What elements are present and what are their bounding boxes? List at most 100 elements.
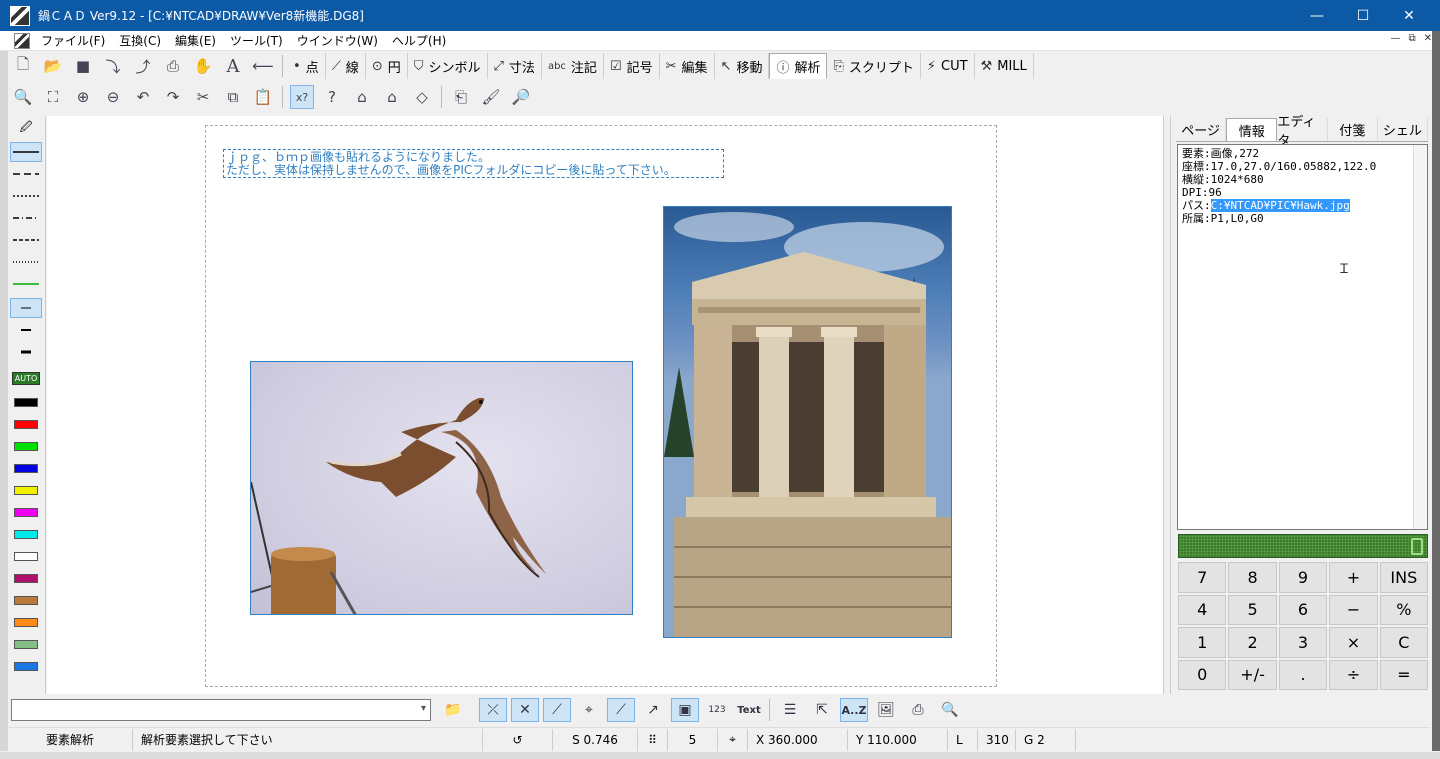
calculator-key[interactable]: 0 — [1178, 659, 1227, 690]
element-query-icon[interactable]: x? — [290, 85, 314, 109]
grid-icon[interactable]: ⠿ — [638, 728, 668, 751]
info-text-area[interactable]: 要素:画像,272 座標:17.0,27.0/160.05882,122.0 横… — [1177, 144, 1428, 530]
tab-mark[interactable]: ☑ 記号 — [604, 53, 660, 79]
color-swatch[interactable] — [10, 656, 42, 676]
cut-icon[interactable]: ✂ — [191, 85, 215, 109]
area-sum-icon[interactable]: ⌂ — [380, 85, 404, 109]
calculator-key[interactable]: C — [1379, 627, 1428, 658]
snap-line-icon[interactable]: ⟋ — [607, 698, 635, 722]
drawing-canvas[interactable]: ｊｐｇ、ｂｍｐ画像も貼れるようになりました。 ただし、実体は保持しませんので、画… — [47, 116, 1163, 694]
brush-icon[interactable]: 🖌 — [479, 85, 503, 109]
calculator-key[interactable]: 7 — [1178, 562, 1227, 593]
zoom-out-icon[interactable]: ⊖ — [101, 85, 125, 109]
snap-free-icon[interactable]: ↗ — [639, 698, 667, 722]
tab-dimension[interactable]: ⤢ 寸法 — [488, 53, 542, 79]
calculator-key[interactable]: − — [1329, 594, 1378, 625]
tab-line[interactable]: ⟋ 線 — [326, 53, 366, 79]
menu-compat[interactable]: 互換(C) — [112, 32, 168, 49]
menu-edit[interactable]: 編集(E) — [168, 32, 223, 49]
number-icon[interactable]: 123 — [703, 698, 731, 722]
search-icon[interactable]: 🔍 — [936, 698, 964, 722]
line-dash-dot[interactable] — [10, 208, 42, 228]
tab-mill[interactable]: ⚒ MILL — [975, 53, 1034, 79]
tab-symbol[interactable]: ⛉ シンボル — [408, 53, 488, 79]
calculator-key[interactable]: 4 — [1178, 594, 1227, 625]
angle-icon[interactable]: ◇ — [410, 85, 434, 109]
zoom-window-icon[interactable]: 🔍 — [11, 85, 35, 109]
calculator-key[interactable]: 5 — [1228, 594, 1277, 625]
snap-center-icon[interactable]: ⌖ — [575, 698, 603, 722]
line-green[interactable] — [10, 274, 42, 294]
font-icon[interactable]: A — [221, 54, 245, 78]
hand-icon[interactable]: ✋ — [191, 54, 215, 78]
snap-cross-icon[interactable]: ✕ — [511, 698, 539, 722]
color-swatch[interactable] — [10, 414, 42, 434]
color-swatch[interactable] — [10, 568, 42, 588]
line-solid[interactable] — [10, 142, 42, 162]
panel-splitter[interactable] — [1163, 116, 1171, 694]
color-swatch[interactable] — [10, 612, 42, 632]
new-file-icon[interactable]: 🗋 — [11, 54, 35, 78]
line-dashed[interactable] — [10, 164, 42, 184]
printer-icon[interactable]: ⎙ — [904, 698, 932, 722]
menu-file[interactable]: ファイル(F) — [34, 32, 112, 49]
refresh-icon[interactable]: ↺ — [483, 728, 553, 751]
tab-analysis[interactable]: ⓘ 解析 — [769, 53, 828, 79]
color-swatch[interactable] — [10, 590, 42, 610]
maximize-button[interactable]: ☐ — [1340, 0, 1386, 31]
snap-intersection-icon[interactable]: ⤫ — [479, 698, 507, 722]
tab-info[interactable]: 情報 — [1226, 118, 1278, 141]
point-query-icon[interactable]: ? — [320, 85, 344, 109]
tab-edit[interactable]: ✂ 編集 — [660, 53, 715, 79]
info-path-value[interactable]: C:¥NTCAD¥PIC¥Hawk.jpg — [1210, 199, 1350, 212]
color-swatch[interactable] — [10, 546, 42, 566]
calculator-key[interactable]: 8 — [1228, 562, 1277, 593]
width-thin[interactable] — [10, 298, 42, 318]
tab-script[interactable]: ⎘ スクリプト — [827, 53, 921, 79]
layer-icon[interactable]: ☰ — [776, 698, 804, 722]
color-swatch[interactable] — [10, 458, 42, 478]
snap-grid-icon[interactable]: ▣ — [671, 698, 699, 722]
color-swatch[interactable] — [10, 634, 42, 654]
calculator-key[interactable]: × — [1329, 627, 1378, 658]
tab-sticky[interactable]: 付箋 — [1328, 118, 1378, 141]
tab-cut[interactable]: ⚡ CUT — [921, 53, 975, 79]
copy-icon[interactable]: ⧉ — [221, 85, 245, 109]
menu-tools[interactable]: ツール(T) — [223, 32, 290, 49]
calculator-key[interactable]: 9 — [1278, 562, 1328, 593]
color-swatch[interactable] — [10, 502, 42, 522]
menu-window[interactable]: ウインドウ(W) — [290, 32, 385, 49]
calculator-key[interactable]: = — [1379, 659, 1428, 690]
color-swatch[interactable] — [10, 524, 42, 544]
calculator-key[interactable]: +/- — [1228, 659, 1277, 690]
command-input[interactable]: ▾ — [11, 699, 431, 721]
zoom-in-icon[interactable]: ⊕ — [71, 85, 95, 109]
width-medium[interactable] — [10, 320, 42, 340]
calculator-key[interactable]: 1 — [1178, 627, 1227, 658]
folder-icon[interactable]: 📁 — [439, 698, 467, 722]
calculator-key[interactable]: % — [1379, 594, 1428, 625]
sort-az-icon[interactable]: A..Z — [840, 698, 868, 722]
calculator-key[interactable]: ÷ — [1329, 659, 1378, 690]
text-tool-icon[interactable]: Text — [735, 698, 763, 722]
image-icon[interactable]: 🖼 — [872, 698, 900, 722]
calculator-key[interactable]: + — [1329, 562, 1378, 593]
info-scrollbar[interactable] — [1413, 145, 1427, 529]
undo-icon[interactable]: ↶ — [131, 85, 155, 109]
tab-page[interactable]: ページ — [1176, 118, 1227, 141]
open-folder-icon[interactable]: 📂 — [41, 54, 65, 78]
color-swatch[interactable] — [10, 436, 42, 456]
area-icon[interactable]: ⌂ — [350, 85, 374, 109]
calculator-key[interactable]: INS — [1379, 562, 1428, 593]
calculator-key[interactable]: 3 — [1278, 627, 1328, 658]
redo-icon[interactable]: ↷ — [161, 85, 185, 109]
crosshair-icon[interactable]: ⌖ — [718, 728, 748, 751]
color-swatch[interactable] — [10, 480, 42, 500]
color-swatch[interactable] — [10, 392, 42, 412]
annotation-text-box[interactable]: ｊｐｇ、ｂｍｐ画像も貼れるようになりました。 ただし、実体は保持しませんので、画… — [223, 149, 724, 178]
menu-help[interactable]: ヘルプ(H) — [385, 32, 453, 49]
snap-endpoint-icon[interactable]: ⟋ — [543, 698, 571, 722]
document-icon[interactable] — [14, 32, 30, 49]
tab-editor[interactable]: エディタ — [1277, 115, 1328, 149]
scan-icon[interactable]: ⎗ — [449, 85, 473, 109]
